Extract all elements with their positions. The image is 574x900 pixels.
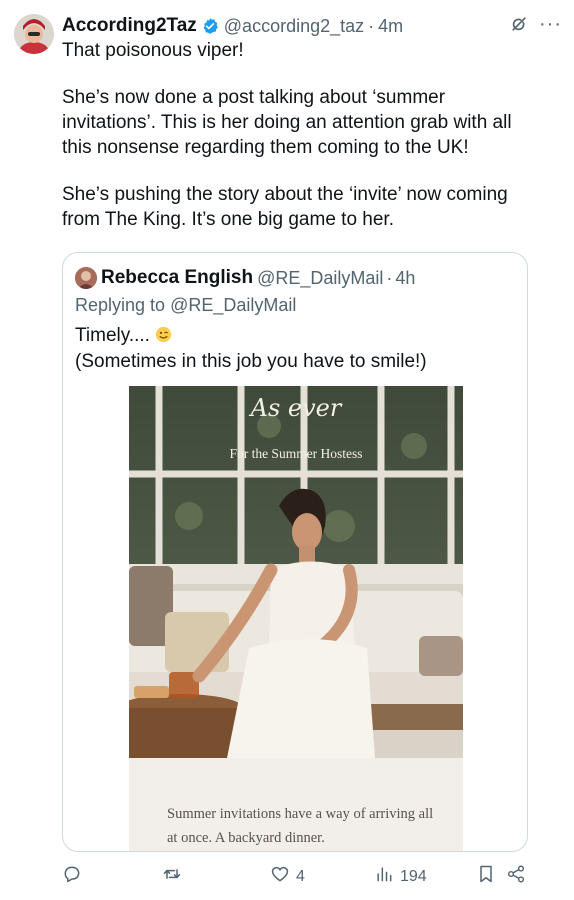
quoted-tweet[interactable]: Rebecca English @RE_DailyMail · 4h Reply… (62, 252, 528, 852)
action-bar: 4 194 (62, 864, 528, 888)
media-script-title: As ever (250, 394, 342, 422)
quoted-author-avatar[interactable] (75, 267, 97, 289)
tweet-paragraph: She’s pushing the story about the ‘invit… (62, 184, 508, 230)
more-icon[interactable]: ··· (539, 14, 562, 34)
quoted-author-name[interactable]: Rebecca English (101, 267, 253, 289)
reply-icon (62, 864, 82, 889)
winking-face-emoji-icon (155, 325, 172, 343)
replying-to-mention[interactable]: @RE_DailyMail (170, 295, 296, 315)
photo-illustration (129, 386, 463, 758)
share-icon (506, 864, 526, 889)
tweet-header: According2Taz @according2_taz · 4m ··· (62, 14, 562, 38)
bookmark-icon (476, 864, 496, 889)
share-button[interactable] (506, 864, 526, 889)
tweet-text: That poisonous viper! She’s now done a p… (62, 38, 532, 232)
views-count: 194 (400, 867, 427, 885)
header-actions: ··· (509, 14, 562, 34)
quoted-author-handle[interactable]: @RE_DailyMail (257, 268, 383, 289)
retweet-button[interactable] (162, 864, 182, 889)
quoted-text-line: Timely.... (75, 325, 150, 346)
media-caption: For the Summer Hostess (229, 446, 363, 461)
like-count: 4 (296, 867, 305, 885)
bookmark-button[interactable] (476, 864, 496, 889)
dot-separator: · (386, 267, 393, 288)
dot-separator: · (368, 15, 375, 36)
author-avatar[interactable] (14, 14, 54, 54)
views-button[interactable]: 194 (374, 864, 427, 889)
replying-to: Replying to @RE_DailyMail (75, 295, 296, 316)
tweet-paragraph: She’s now done a post talking about ‘sum… (62, 87, 512, 158)
retweet-icon (162, 864, 182, 889)
quoted-text-line: (Sometimes in this job you have to smile… (75, 351, 427, 372)
like-button[interactable]: 4 (270, 864, 305, 889)
reply-button[interactable] (62, 864, 82, 889)
views-icon (374, 864, 394, 889)
replying-prefix: Replying to (75, 295, 171, 315)
grok-icon[interactable] (509, 14, 529, 34)
media-card-text: Summer invitations have a way of arrivin… (167, 806, 434, 846)
like-icon (270, 864, 290, 889)
author-name[interactable]: According2Taz (62, 15, 197, 37)
quoted-tweet-text: Timely.... (Sometimes in this job you ha… (75, 323, 515, 375)
quoted-tweet-image[interactable]: As ever For the Summer Hostess Summer in… (129, 386, 463, 851)
quoted-tweet-header: Rebecca English @RE_DailyMail · 4h (75, 267, 415, 289)
tweet: According2Taz @according2_taz · 4m ··· T… (0, 0, 574, 900)
quoted-tweet-time[interactable]: 4h (395, 268, 415, 289)
tweet-time[interactable]: 4m (378, 16, 403, 37)
tweet-paragraph: That poisonous viper! (62, 40, 244, 61)
author-handle[interactable]: @according2_taz (224, 16, 364, 37)
verified-badge-icon (201, 17, 219, 35)
